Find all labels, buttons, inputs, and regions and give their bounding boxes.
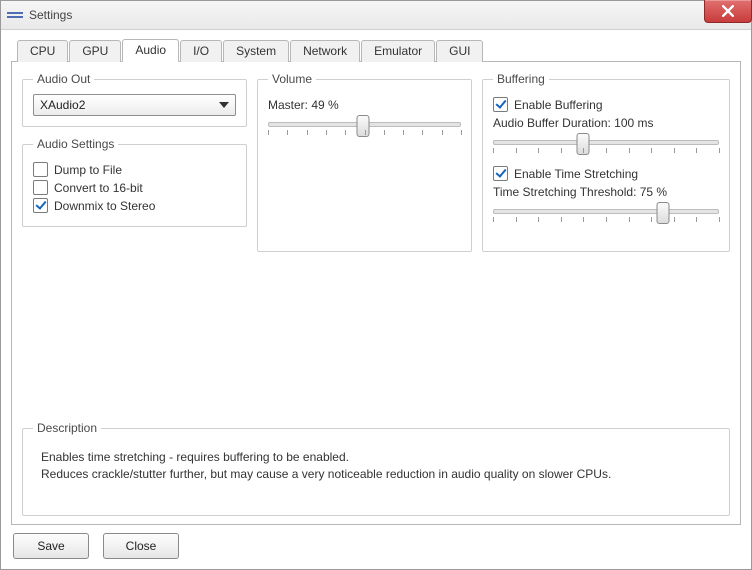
checkbox-icon xyxy=(493,97,508,112)
description-group: Description Enables time stretching - re… xyxy=(22,421,730,516)
convert-16bit-checkbox[interactable]: Convert to 16-bit xyxy=(33,180,236,195)
buffering-group: Buffering Enable Buffering Audio Buffer … xyxy=(482,72,730,252)
checkbox-icon xyxy=(493,166,508,181)
chevron-down-icon xyxy=(219,102,229,108)
tab-system[interactable]: System xyxy=(223,40,289,62)
tab-gpu[interactable]: GPU xyxy=(69,40,121,62)
tab-network[interactable]: Network xyxy=(290,40,360,62)
checkbox-icon xyxy=(33,198,48,213)
audio-out-select[interactable]: XAudio2 xyxy=(33,94,236,116)
audio-settings-group: Audio Settings Dump to File Convert to 1… xyxy=(22,137,247,227)
app-icon xyxy=(7,9,23,21)
audio-out-legend: Audio Out xyxy=(33,72,94,86)
tab-emulator[interactable]: Emulator xyxy=(361,40,435,62)
dump-to-file-checkbox[interactable]: Dump to File xyxy=(33,162,236,177)
time-stretch-threshold-label: Time Stretching Threshold: 75 % xyxy=(493,185,719,199)
dialog-footer: Save Close xyxy=(11,525,741,559)
buffer-duration-slider[interactable] xyxy=(493,134,719,158)
dump-to-file-label: Dump to File xyxy=(54,163,122,177)
window-close-button[interactable] xyxy=(704,0,752,23)
enable-time-stretching-label: Enable Time Stretching xyxy=(514,167,638,181)
buffering-legend: Buffering xyxy=(493,72,549,86)
slider-ticks xyxy=(493,148,719,154)
audio-out-value: XAudio2 xyxy=(40,98,85,112)
save-button[interactable]: Save xyxy=(13,533,89,559)
tab-io[interactable]: I/O xyxy=(180,40,222,62)
description-line: Reduces crackle/stutter further, but may… xyxy=(41,466,711,483)
tab-page-audio: Audio Out XAudio2 Audio Settings Dump to… xyxy=(11,62,741,525)
downmix-stereo-checkbox[interactable]: Downmix to Stereo xyxy=(33,198,236,213)
checkbox-icon xyxy=(33,180,48,195)
convert-16bit-label: Convert to 16-bit xyxy=(54,181,143,195)
downmix-stereo-label: Downmix to Stereo xyxy=(54,199,155,213)
volume-legend: Volume xyxy=(268,72,316,86)
enable-buffering-label: Enable Buffering xyxy=(514,98,603,112)
enable-time-stretching-checkbox[interactable]: Enable Time Stretching xyxy=(493,166,719,181)
close-button[interactable]: Close xyxy=(103,533,179,559)
buffer-duration-label: Audio Buffer Duration: 100 ms xyxy=(493,116,719,130)
enable-buffering-checkbox[interactable]: Enable Buffering xyxy=(493,97,719,112)
tab-audio[interactable]: Audio xyxy=(122,39,179,62)
description-body: Enables time stretching - requires buffe… xyxy=(33,443,719,505)
slider-track xyxy=(493,140,719,145)
volume-master-label: Master: 49 % xyxy=(268,98,461,112)
audio-settings-legend: Audio Settings xyxy=(33,137,118,151)
volume-master-slider[interactable] xyxy=(268,116,461,140)
client-area: CPUGPUAudioI/OSystemNetworkEmulatorGUI A… xyxy=(1,30,751,569)
tab-strip: CPUGPUAudioI/OSystemNetworkEmulatorGUI xyxy=(11,38,741,62)
settings-window: Settings CPUGPUAudioI/OSystemNetworkEmul… xyxy=(0,0,752,570)
volume-group: Volume Master: 49 % xyxy=(257,72,472,252)
time-stretch-threshold-slider[interactable] xyxy=(493,203,719,227)
tab-gui[interactable]: GUI xyxy=(436,40,483,62)
slider-ticks xyxy=(493,217,719,223)
description-line: Enables time stretching - requires buffe… xyxy=(41,449,711,466)
checkbox-icon xyxy=(33,162,48,177)
slider-ticks xyxy=(268,130,461,136)
titlebar: Settings xyxy=(1,1,751,30)
description-legend: Description xyxy=(33,421,101,435)
slider-track xyxy=(493,209,719,214)
tab-cpu[interactable]: CPU xyxy=(17,40,68,62)
audio-out-group: Audio Out XAudio2 xyxy=(22,72,247,127)
window-title: Settings xyxy=(29,8,72,22)
